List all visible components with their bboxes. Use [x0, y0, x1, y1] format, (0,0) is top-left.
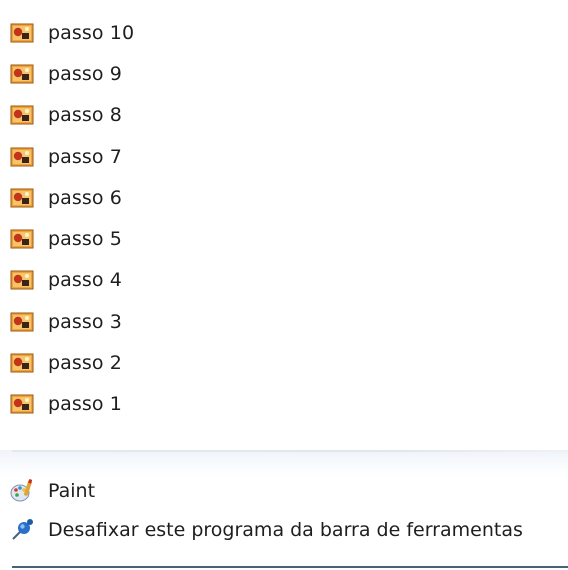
recent-item-passo-2[interactable]: passo 2 — [0, 342, 568, 383]
recent-item-label: passo 3 — [48, 310, 122, 333]
bottom-border — [12, 566, 568, 568]
image-file-icon — [10, 312, 34, 332]
recent-item-passo-7[interactable]: passo 7 — [0, 136, 568, 177]
image-file-icon — [10, 188, 34, 208]
image-file-icon — [10, 147, 34, 167]
recent-files-list: passo 10 passo 9 passo 8 passo 7 passo 6… — [0, 12, 568, 425]
recent-item-passo-10[interactable]: passo 10 — [0, 12, 568, 53]
recent-item-passo-5[interactable]: passo 5 — [0, 218, 568, 259]
tasks-area — [0, 450, 568, 568]
recent-item-label: passo 2 — [48, 352, 122, 375]
recent-item-label: passo 9 — [48, 62, 122, 85]
image-file-icon — [10, 23, 34, 43]
image-file-icon — [10, 394, 34, 414]
recent-item-passo-6[interactable]: passo 6 — [0, 177, 568, 218]
open-paint-button[interactable]: Paint — [0, 473, 568, 509]
image-file-icon — [10, 105, 34, 125]
recent-item-passo-8[interactable]: passo 8 — [0, 95, 568, 136]
recent-item-label: passo 4 — [48, 269, 122, 292]
paint-label: Paint — [48, 480, 96, 502]
unpin-program-button[interactable]: Desafixar este programa da barra de ferr… — [0, 512, 568, 548]
separator — [12, 450, 568, 452]
image-file-icon — [10, 270, 34, 290]
recent-item-passo-1[interactable]: passo 1 — [0, 384, 568, 425]
image-file-icon — [10, 353, 34, 373]
recent-item-label: passo 1 — [48, 393, 122, 416]
unpin-label: Desafixar este programa da barra de ferr… — [48, 519, 523, 541]
paint-icon — [10, 478, 33, 502]
recent-item-passo-4[interactable]: passo 4 — [0, 260, 568, 301]
recent-item-label: passo 8 — [48, 104, 122, 127]
image-file-icon — [10, 229, 34, 249]
recent-item-passo-9[interactable]: passo 9 — [0, 53, 568, 94]
unpin-icon — [12, 519, 33, 540]
image-file-icon — [10, 64, 34, 84]
recent-item-label: passo 10 — [48, 21, 135, 44]
recent-item-label: passo 5 — [48, 228, 122, 251]
jump-list: passo 10 passo 9 passo 8 passo 7 passo 6… — [0, 0, 568, 570]
recent-item-passo-3[interactable]: passo 3 — [0, 301, 568, 342]
recent-item-label: passo 7 — [48, 145, 122, 168]
recent-item-label: passo 6 — [48, 186, 122, 209]
